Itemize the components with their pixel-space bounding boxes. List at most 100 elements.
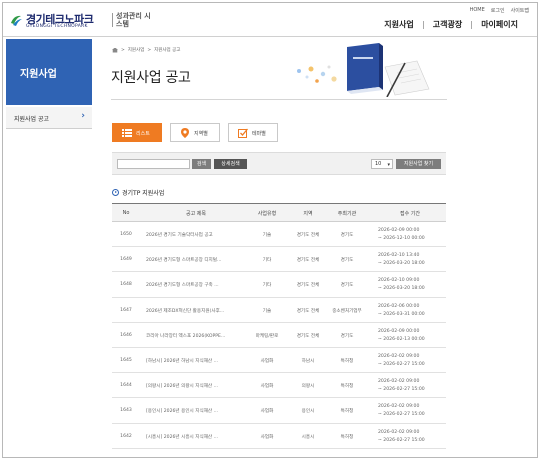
row-title-link[interactable]: [시흥시] 2026년 시흥시 지식재산 ... [146,434,218,440]
row-title-link[interactable]: [용인시] 2026년 용인시 지식재산 ... [146,408,218,414]
search-input[interactable] [117,159,190,169]
row-number: 1647 [120,307,132,313]
row-end-date: ~ 2026-02-27 15:00 [378,361,425,367]
table-row[interactable]: 1648 2026년 경기도형 스마트공장 구축 ... 기타 경기도 전체 경… [112,272,446,298]
list-icon [122,129,132,137]
breadcrumb-item[interactable]: 지원사업 공고 [154,47,180,53]
row-end-date: ~ 2026-03-20 18:00 [378,261,425,267]
table-row[interactable]: 1647 2026년 제조DX혁신단 활용지원(사후... 기술 경기도 전체 … [112,298,446,323]
row-org: 중소벤처기업부 [332,308,362,314]
detail-search-button[interactable]: 상세검색 [214,159,247,169]
play-circle-icon [112,189,119,196]
tab-region[interactable]: 지역별 [170,123,220,142]
utility-links: HOME 로그인 사이트맵 [470,7,529,14]
site-header: 경기테크노파크 GYEONGGI TECHNOPARK 성과관리 시스템 HOM… [3,3,537,37]
logo-mark-icon [11,15,22,26]
row-title-link[interactable]: 2026년 제조DX혁신단 활용지원(사후... [146,308,224,314]
breadcrumb-item[interactable]: 지원사업 [128,47,145,53]
table-row[interactable]: 1644 [의왕시] 2026년 의왕시 지식재산 ... 사업화 의왕시 특허… [112,373,446,399]
table-header: No 공고 제목 사업유형 지역 주최기관 접수 기간 [112,203,446,222]
row-title-link[interactable]: 2026년 경기도 기술닥터사업 공고 [146,232,213,238]
nav-item-customer[interactable]: 고객광장 [424,19,471,30]
find-program-button[interactable]: 지원사업 찾기 [396,159,441,169]
location-pin-icon [181,128,189,138]
row-start-date: 2026-02-10 13:40 [378,253,420,259]
row-start-date: 2026-02-06 00:00 [378,303,420,309]
nav-item-support[interactable]: 지원사업 [375,19,422,30]
table-row[interactable]: 1645 [하남시] 2026년 하남시 지식재산 ... 사업화 하남시 특허… [112,348,446,374]
tab-theme[interactable]: 테마별 [228,123,278,142]
row-number: 1650 [120,232,132,237]
logo-divider [112,13,113,27]
table-row[interactable]: 1650 2026년 경기도 기술닥터사업 공고 기술 경기도 전체 경기도 2… [112,222,446,248]
header-illustration [297,43,430,97]
row-end-date: ~ 2026-02-13 00:00 [378,336,425,342]
row-start-date: 2026-02-02 09:00 [378,353,420,359]
page-size-select[interactable]: 10 ▾ [371,159,393,169]
row-area: 경기도 전체 [296,333,320,339]
row-start-date: 2026-02-02 09:00 [378,404,420,410]
section-title: 경기TP 지원사업 [122,190,165,197]
row-org: 경기도 [340,233,354,238]
row-org: 특허청 [340,409,354,415]
row-org: 특허청 [340,358,354,364]
row-type: 사업화 [260,409,274,415]
row-area: 경기도 전체 [296,258,320,264]
column-header: 공고 제목 [186,211,206,217]
row-org: 특허청 [340,384,354,390]
row-title-link[interactable]: [하남시] 2026년 하남시 지식재산 ... [146,358,218,364]
browser-frame: 경기테크노파크 GYEONGGI TECHNOPARK 성과관리 시스템 HOM… [2,2,538,458]
table-row[interactable]: 1649 2026년 경기도형 스마트공장 디지털... 기타 경기도 전체 경… [112,247,446,273]
table-row[interactable]: 1642 [시흥시] 2026년 시흥시 지식재산 ... 사업화 시흥시 특허… [112,424,446,449]
breadcrumb-separator: > [147,47,152,53]
page-title: 지원사업 공고 [111,70,191,86]
row-title-link[interactable]: 2026년 경기도형 스마트공장 디지털... [146,257,221,263]
row-number: 1646 [120,332,132,338]
row-area: 용인시 [301,409,315,415]
row-title-link[interactable]: 코리아 나라장터 엑스포 2026(KOPPE... [146,333,225,339]
sidebar-title: 지원사업 [20,69,57,80]
row-start-date: 2026-02-02 09:00 [378,379,420,385]
row-area: 하남시 [301,358,315,364]
logo-subtext: GYEONGGI TECHNOPARK [26,24,88,29]
util-link-sitemap[interactable]: 사이트맵 [511,7,529,14]
breadcrumb-separator: > [121,47,125,53]
row-number: 1649 [120,257,132,263]
table-row[interactable]: 1643 [용인시] 2026년 용인시 지식재산 ... 사업화 용인시 특허… [112,398,446,424]
row-number: 1644 [120,383,132,389]
page-size-value: 10 [375,161,382,167]
search-button[interactable]: 검색 [192,159,211,169]
column-header: 지역 [303,211,313,217]
table-row[interactable]: 1646 코리아 나라장터 엑스포 2026(KOPPE... 마케팅/판로 경… [112,323,446,348]
row-title-link[interactable]: [의왕시] 2026년 의왕시 지식재산 ... [146,383,218,389]
check-box-icon [238,128,248,138]
chevron-right-icon: › [81,111,85,121]
util-link-home[interactable]: HOME [470,7,485,14]
row-end-date: ~ 2026-03-20 18:00 [378,286,425,292]
view-tabs: 리스트 지역별 테마별 [112,123,278,142]
row-end-date: ~ 2026-02-27 15:00 [378,387,425,393]
chevron-down-icon: ▾ [387,162,390,168]
sidebar-item-label: 지원사업 공고 [14,116,50,123]
sidebar-item-announcement[interactable]: 지원사업 공고 › [6,107,92,129]
row-area: 시흥시 [301,434,315,440]
row-type: 기술 [262,308,272,314]
nav-item-mypage[interactable]: 마이페이지 [472,19,527,30]
row-org: 경기도 [340,283,354,289]
row-area: 의왕시 [301,384,315,390]
home-icon[interactable] [112,47,118,53]
row-title-link[interactable]: 2026년 경기도형 스마트공장 구축 ... [146,282,219,288]
title-divider [111,99,447,100]
util-link-login[interactable]: 로그인 [491,7,505,14]
row-number: 1648 [120,282,132,288]
row-start-date: 2026-02-09 00:00 [378,328,420,334]
row-number: 1643 [120,408,132,414]
row-org: 특허청 [340,434,354,440]
tab-list[interactable]: 리스트 [112,123,162,142]
column-header: 주최기관 [337,211,357,217]
row-end-date: ~ 2026-12-10 00:00 [378,236,425,241]
system-name: 성과관리 시스템 [116,12,151,28]
row-type: 사업화 [260,358,274,364]
row-org: 경기도 [340,333,354,339]
row-start-date: 2026-02-02 09:00 [378,429,420,435]
